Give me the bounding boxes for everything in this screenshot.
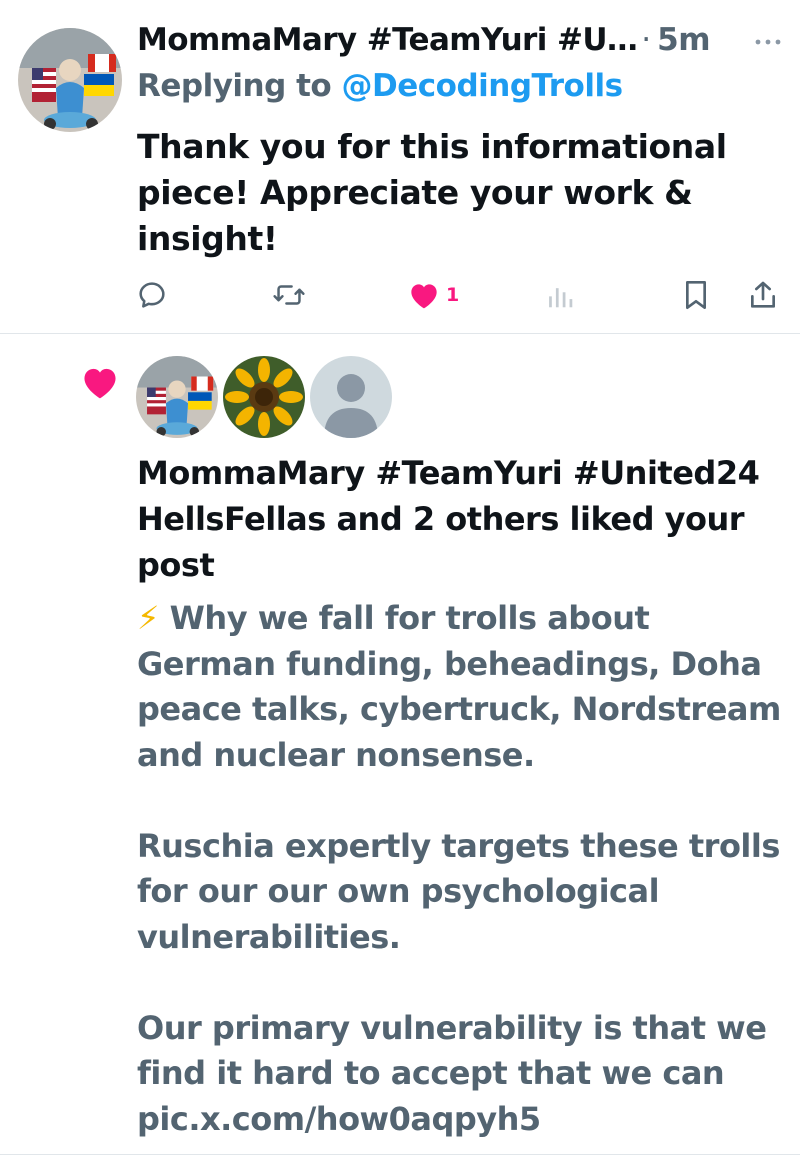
divider	[0, 1154, 800, 1155]
analytics-icon	[546, 280, 574, 310]
post-paragraph-3: Our primary vulnerability is that we fin…	[137, 1008, 767, 1138]
tweet-header: MommaMary #TeamYuri #U… · 5m	[137, 22, 737, 66]
heart-icon	[408, 280, 440, 310]
retweet-icon	[272, 279, 306, 311]
more-icon[interactable]	[748, 28, 788, 56]
post-paragraph-1-text: Why we fall for trolls about German fund…	[137, 599, 781, 774]
separator-dot: ·	[641, 22, 652, 58]
like-count: 1	[446, 284, 460, 306]
share-button[interactable]	[748, 278, 778, 312]
replying-to: Replying to @DecodingTrolls	[137, 68, 623, 104]
share-icon	[748, 279, 778, 311]
like-button[interactable]: 1	[408, 278, 459, 312]
bookmark-icon	[682, 279, 710, 311]
reply-tweet[interactable]: MommaMary #TeamYuri #U… · 5m Replying to…	[0, 0, 800, 334]
replying-handle-link[interactable]: @DecodingTrolls	[342, 68, 624, 104]
views-button[interactable]	[546, 278, 574, 312]
replying-prefix: Replying to	[137, 68, 342, 104]
lightning-emoji: ⚡	[137, 599, 159, 637]
author-name[interactable]: MommaMary #TeamYuri #U…	[137, 22, 638, 58]
bookmark-button[interactable]	[682, 278, 710, 312]
author-avatar[interactable]	[18, 28, 122, 132]
liker-avatar-sunflower[interactable]	[223, 356, 305, 438]
notification-title: MommaMary #TeamYuri #United24 HellsFella…	[137, 454, 760, 584]
timestamp[interactable]: 5m	[657, 22, 710, 58]
reply-button[interactable]	[136, 278, 168, 312]
liker-avatar-mommamary[interactable]	[136, 356, 218, 438]
comment-icon	[136, 279, 168, 311]
liker-avatar-default[interactable]	[310, 356, 392, 438]
post-paragraph-2: Ruschia expertly targets these trolls fo…	[137, 826, 780, 956]
post-paragraph-1: ⚡ Why we fall for trolls about German fu…	[137, 596, 787, 778]
tweet-text: Thank you for this informational piece! …	[137, 127, 727, 258]
retweet-button[interactable]	[272, 278, 306, 312]
notification-heart-icon	[80, 364, 120, 404]
liked-post-text[interactable]: ⚡ Why we fall for trolls about German fu…	[137, 596, 787, 1142]
